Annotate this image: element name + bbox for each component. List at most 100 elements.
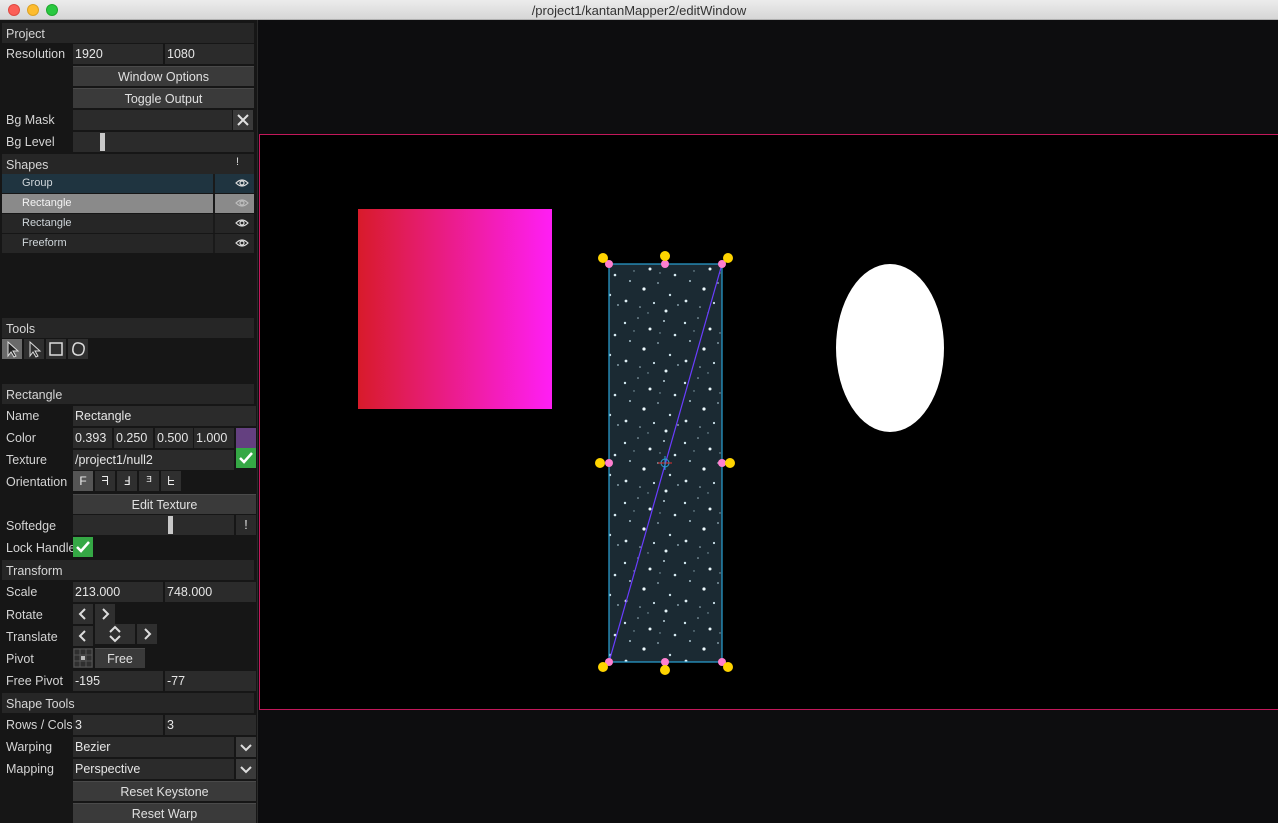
shape-list-divider: [213, 214, 215, 233]
free-pivot-label: Free Pivot: [6, 674, 63, 688]
name-label: Name: [6, 409, 40, 423]
translate-label: Translate: [6, 630, 58, 644]
transform-header: Transform: [2, 560, 254, 580]
bg-level-slider[interactable]: [73, 132, 254, 152]
bg-level-slider-knob[interactable]: [100, 133, 105, 151]
clear-mask-button[interactable]: [233, 110, 253, 130]
texture-label: Texture: [6, 453, 47, 467]
free-pivot-y-field[interactable]: -77: [165, 671, 256, 691]
scale-y-field[interactable]: 748.000: [165, 582, 256, 602]
rows-field[interactable]: 3: [73, 715, 163, 735]
texture-enabled-checkbox[interactable]: [236, 448, 256, 468]
shape-list-item-label: Rectangle: [22, 197, 72, 209]
translate-up-down-button[interactable]: [95, 624, 135, 644]
scale-x-field[interactable]: 213.000: [73, 582, 163, 602]
pivot-label: Pivot: [6, 652, 34, 666]
chevron-left-icon: [78, 630, 86, 642]
edit-texture-button[interactable]: Edit Texture: [73, 494, 256, 514]
scale-label: Scale: [6, 585, 38, 599]
shape-list-divider: [213, 234, 215, 253]
translate-right-button[interactable]: [137, 624, 157, 644]
warping-label: Warping: [6, 740, 53, 754]
window-options-button[interactable]: Window Options: [73, 66, 254, 86]
reset-warp-button[interactable]: Reset Warp: [73, 803, 256, 823]
toggle-output-button[interactable]: Toggle Output: [73, 88, 254, 108]
shape-list-item-label: Rectangle: [22, 217, 72, 229]
chevron-left-icon: [78, 608, 86, 620]
softedge-options-button[interactable]: !: [236, 515, 256, 535]
orientation-flip-v-button[interactable]: ᴲ: [139, 471, 159, 491]
select-arrow-icon[interactable]: [2, 339, 22, 359]
direct-select-icon[interactable]: [24, 339, 44, 359]
shape-list-item[interactable]: Group: [2, 174, 254, 193]
mapping-select[interactable]: Perspective: [73, 759, 234, 779]
properties-panel: Project Resolution 1920 1080 Window Opti…: [0, 20, 258, 823]
bg-mask-label: Bg Mask: [6, 113, 55, 127]
pivot-mode-button[interactable]: Free: [95, 648, 145, 668]
window-titlebar: /project1/kantanMapper2/editWindow: [0, 0, 1278, 20]
tools-header: Tools: [2, 318, 254, 338]
mapping-label: Mapping: [6, 762, 54, 776]
reset-keystone-button[interactable]: Reset Keystone: [73, 781, 256, 801]
rotate-right-button[interactable]: [95, 604, 115, 624]
chevron-down-icon: [240, 744, 252, 752]
cols-field[interactable]: 3: [165, 715, 256, 735]
rotate-left-button[interactable]: [73, 604, 93, 624]
visibility-eye-icon[interactable]: [235, 237, 249, 249]
softedge-slider-knob[interactable]: [168, 516, 173, 534]
rows-cols-label: Rows / Cols: [6, 718, 73, 732]
chevron-right-icon: [102, 608, 110, 620]
warping-dropdown-button[interactable]: [236, 737, 256, 757]
color-g-field[interactable]: 0.250: [114, 428, 153, 448]
color-a-field[interactable]: 1.000: [194, 428, 234, 448]
shape-tools-header: Shape Tools: [2, 693, 254, 713]
lock-handle-label: Lock Handle: [6, 541, 76, 555]
resolution-height-field[interactable]: 1080: [165, 44, 254, 64]
orientation-normal-button[interactable]: F: [73, 471, 93, 491]
checkmark-icon: [239, 452, 253, 464]
stage-shapes: [358, 170, 1005, 675]
shape-list-item[interactable]: Freeform: [2, 234, 254, 253]
close-icon: [237, 114, 249, 126]
output-stage[interactable]: [259, 134, 1278, 710]
name-field[interactable]: Rectangle: [73, 406, 256, 426]
bg-level-label: Bg Level: [6, 135, 55, 149]
bg-mask-field[interactable]: [73, 110, 232, 130]
shape-list-divider: [213, 174, 215, 193]
visibility-eye-icon[interactable]: [235, 177, 249, 189]
warping-select[interactable]: Bezier: [73, 737, 234, 757]
softedge-label: Softedge: [6, 519, 57, 533]
translate-left-button[interactable]: [73, 626, 93, 646]
checkmark-icon: [76, 541, 90, 553]
resolution-width-field[interactable]: 1920: [73, 44, 163, 64]
chevron-up-down-icon: [109, 625, 121, 643]
freeform-inner-ellipse: [836, 264, 944, 432]
rectangle-header: Rectangle: [2, 384, 254, 404]
shape-list-item[interactable]: Rectangle: [2, 194, 254, 213]
orientation-rotate2-button[interactable]: ᖶ: [161, 471, 181, 491]
chevron-down-icon: [240, 766, 252, 774]
color-b-field[interactable]: 0.500: [155, 428, 193, 448]
gradient-rectangle-shape[interactable]: [358, 209, 552, 409]
orientation-rotate-button[interactable]: Ⅎ: [117, 471, 137, 491]
visibility-eye-icon[interactable]: [235, 197, 249, 209]
color-r-field[interactable]: 0.393: [73, 428, 112, 448]
color-label: Color: [6, 431, 36, 445]
mapping-dropdown-button[interactable]: [236, 759, 256, 779]
color-swatch[interactable]: [236, 428, 256, 448]
lock-handle-checkbox[interactable]: [73, 537, 93, 557]
shapes-header: Shapes: [2, 154, 254, 174]
freeform-tool-icon[interactable]: [68, 339, 88, 359]
free-pivot-x-field[interactable]: -195: [73, 671, 163, 691]
rectangle-tool-icon[interactable]: [46, 339, 66, 359]
orientation-label: Orientation: [6, 475, 68, 489]
pivot-grid-icon[interactable]: [73, 648, 93, 668]
shapes-options-button[interactable]: !: [236, 156, 239, 168]
orientation-flip-h-button[interactable]: ᖷ: [95, 471, 115, 491]
shape-list-item[interactable]: Rectangle: [2, 214, 254, 233]
chevron-right-icon: [144, 628, 152, 640]
visibility-eye-icon[interactable]: [235, 217, 249, 229]
texture-path-field[interactable]: /project1/null2: [73, 450, 234, 470]
softedge-slider[interactable]: [73, 515, 234, 535]
resolution-label: Resolution: [6, 47, 66, 61]
